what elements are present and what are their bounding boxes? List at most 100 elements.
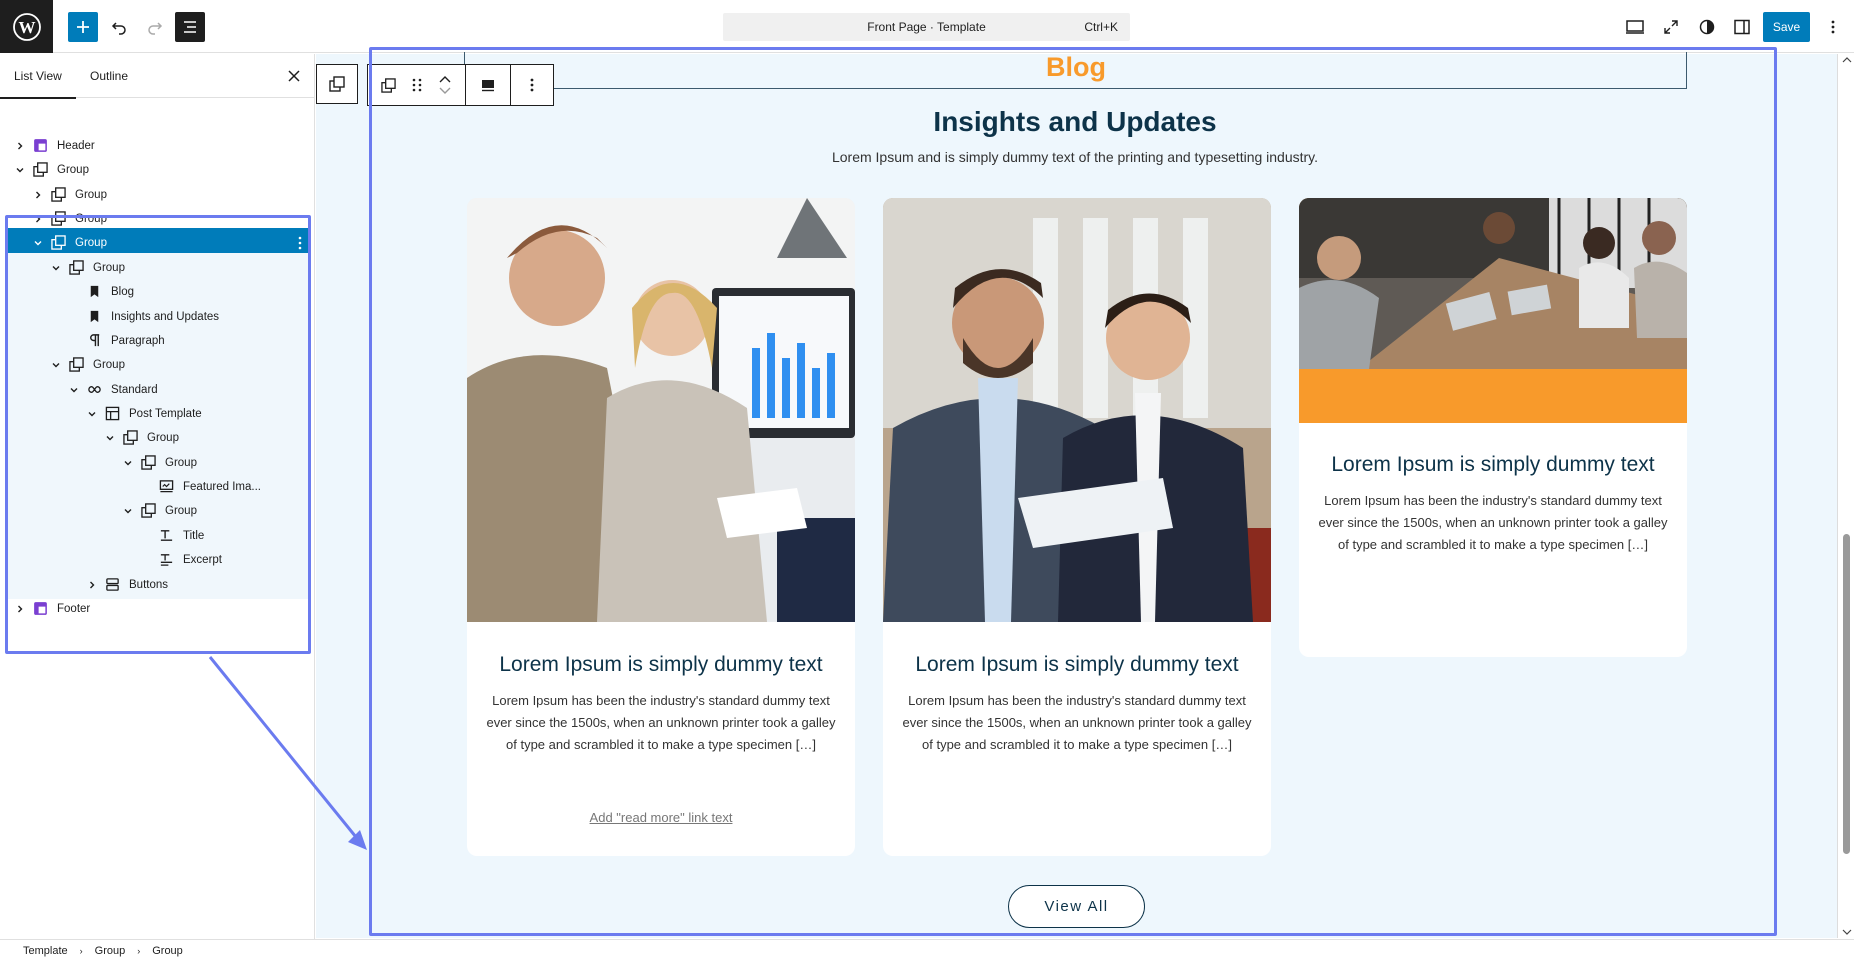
chevron-down-icon[interactable] — [68, 384, 80, 396]
scrollbar-thumb[interactable] — [1843, 534, 1850, 854]
featured-image-icon — [158, 479, 174, 495]
scroll-down-icon — [1842, 929, 1852, 935]
view-all-button[interactable]: View All — [1008, 885, 1145, 928]
list-view-icon — [184, 21, 196, 33]
align-button[interactable] — [466, 65, 511, 105]
more-vertical-icon[interactable] — [298, 236, 302, 250]
select-parent-button[interactable] — [316, 64, 358, 104]
close-sidebar-button[interactable] — [284, 66, 304, 86]
group-icon — [140, 455, 156, 471]
block-options-button[interactable] — [511, 65, 553, 105]
featured-image[interactable] — [467, 198, 855, 622]
loop-icon — [86, 382, 102, 398]
list-view-item-label: Standard — [111, 383, 158, 396]
post-card[interactable]: Lorem Ipsum is simply dummy text Lorem I… — [1299, 198, 1687, 657]
styles-button[interactable] — [1692, 12, 1722, 42]
save-button[interactable]: Save — [1763, 12, 1810, 42]
chevron-right-icon[interactable] — [86, 579, 98, 591]
redo-button[interactable] — [140, 12, 170, 42]
document-overview-button[interactable] — [175, 12, 205, 42]
block-inserter-button[interactable] — [68, 12, 98, 42]
canvas-scrollbar[interactable] — [1837, 54, 1854, 938]
post-excerpt[interactable]: Lorem Ipsum has been the industry's stan… — [483, 690, 839, 756]
drag-handle-icon — [412, 78, 421, 92]
featured-image[interactable] — [1299, 198, 1687, 423]
section-title[interactable]: Insights and Updates — [700, 106, 1450, 138]
breadcrumb-item[interactable]: Group — [152, 945, 183, 957]
post-excerpt[interactable]: Lorem Ipsum has been the industry's stan… — [1315, 490, 1671, 556]
group-icon — [68, 260, 84, 276]
list-view-item-label: Buttons — [129, 578, 168, 591]
list-view-item-label: Footer — [57, 602, 91, 615]
device-preview-button[interactable] — [1620, 12, 1650, 42]
group-icon — [140, 503, 156, 519]
command-palette-bar[interactable]: Front Page · Template Ctrl+K — [723, 13, 1130, 41]
chevron-right-icon: › — [137, 945, 141, 956]
chevron-down-icon[interactable] — [50, 359, 62, 371]
list-view-item-label: Paragraph — [111, 334, 165, 347]
post-title[interactable]: Lorem Ipsum is simply dummy text — [1299, 453, 1687, 477]
list-view-item-label: Group — [165, 456, 197, 469]
chevron-down-icon[interactable] — [104, 432, 116, 444]
list-view-item-label: Group — [165, 504, 197, 517]
list-view-sidebar: List View Outline Header Group Group Group G… — [0, 54, 315, 939]
businessmen-reading-image-icon — [883, 198, 1271, 622]
chevron-down-icon[interactable] — [32, 237, 44, 249]
undo-button[interactable] — [104, 12, 134, 42]
settings-sidebar-button[interactable] — [1727, 12, 1757, 42]
post-title[interactable]: Lorem Ipsum is simply dummy text — [883, 653, 1271, 677]
wordpress-logo[interactable]: W — [0, 0, 53, 53]
title-icon — [158, 528, 174, 544]
chevron-down-icon[interactable] — [50, 262, 62, 274]
post-excerpt[interactable]: Lorem Ipsum has been the industry's stan… — [899, 690, 1255, 756]
options-menu-button[interactable] — [1818, 12, 1848, 42]
tab-outline[interactable]: Outline — [76, 54, 142, 98]
business-meeting-image-icon — [467, 198, 855, 622]
breadcrumb-item[interactable]: Template — [23, 945, 68, 957]
chevron-right-icon[interactable] — [14, 140, 26, 152]
undo-icon — [111, 22, 126, 35]
chevron-right-icon[interactable] — [32, 213, 44, 225]
chevron-right-icon[interactable] — [14, 603, 26, 615]
block-breadcrumb: Template › Group › Group — [0, 939, 1854, 961]
list-view-item-label: Group — [75, 212, 107, 225]
block-toolbar — [367, 64, 554, 106]
list-view-item-footer[interactable]: Footer — [6, 594, 310, 623]
section-subtitle[interactable]: Lorem Ipsum and is simply dummy text of … — [700, 149, 1450, 165]
featured-image[interactable] — [883, 198, 1271, 622]
read-more-link[interactable]: Add "read more" link text — [467, 810, 855, 825]
tab-list-view[interactable]: List View — [0, 54, 76, 99]
sidebar-tabs: List View Outline — [0, 54, 314, 99]
group-icon — [329, 76, 345, 92]
redo-icon — [148, 22, 163, 35]
chevron-down-icon[interactable] — [86, 408, 98, 420]
chevron-down-icon[interactable] — [14, 164, 26, 176]
blog-heading[interactable]: Blog — [900, 52, 1252, 83]
wordpress-icon: W — [12, 12, 41, 41]
chevron-right-icon[interactable] — [32, 189, 44, 201]
buttons-icon — [104, 577, 120, 593]
move-up-down-buttons[interactable] — [431, 75, 459, 95]
bookmark-icon — [86, 309, 102, 325]
list-view-item-label: Blog — [111, 285, 135, 298]
drag-handle[interactable] — [403, 78, 431, 92]
chevron-down-icon[interactable] — [122, 505, 134, 517]
list-view-item-label: Group — [57, 163, 89, 176]
block-type-controls — [368, 65, 466, 105]
group-icon — [50, 235, 66, 251]
transform-button[interactable] — [375, 77, 403, 93]
close-icon — [288, 70, 300, 82]
list-view-item-label: Group — [93, 261, 125, 274]
group-icon — [122, 430, 138, 446]
fullscreen-button[interactable] — [1656, 12, 1686, 42]
post-card[interactable]: Lorem Ipsum is simply dummy text Lorem I… — [467, 198, 855, 856]
group-icon — [68, 357, 84, 373]
breadcrumb-item[interactable]: Group — [95, 945, 126, 957]
post-title[interactable]: Lorem Ipsum is simply dummy text — [467, 653, 855, 677]
layout-icon — [104, 406, 120, 422]
team-meeting-image-icon — [1299, 198, 1687, 369]
post-card[interactable]: Lorem Ipsum is simply dummy text Lorem I… — [883, 198, 1271, 856]
chevron-down-icon — [439, 87, 450, 94]
list-view-item-label: Excerpt — [183, 553, 222, 566]
chevron-down-icon[interactable] — [122, 457, 134, 469]
